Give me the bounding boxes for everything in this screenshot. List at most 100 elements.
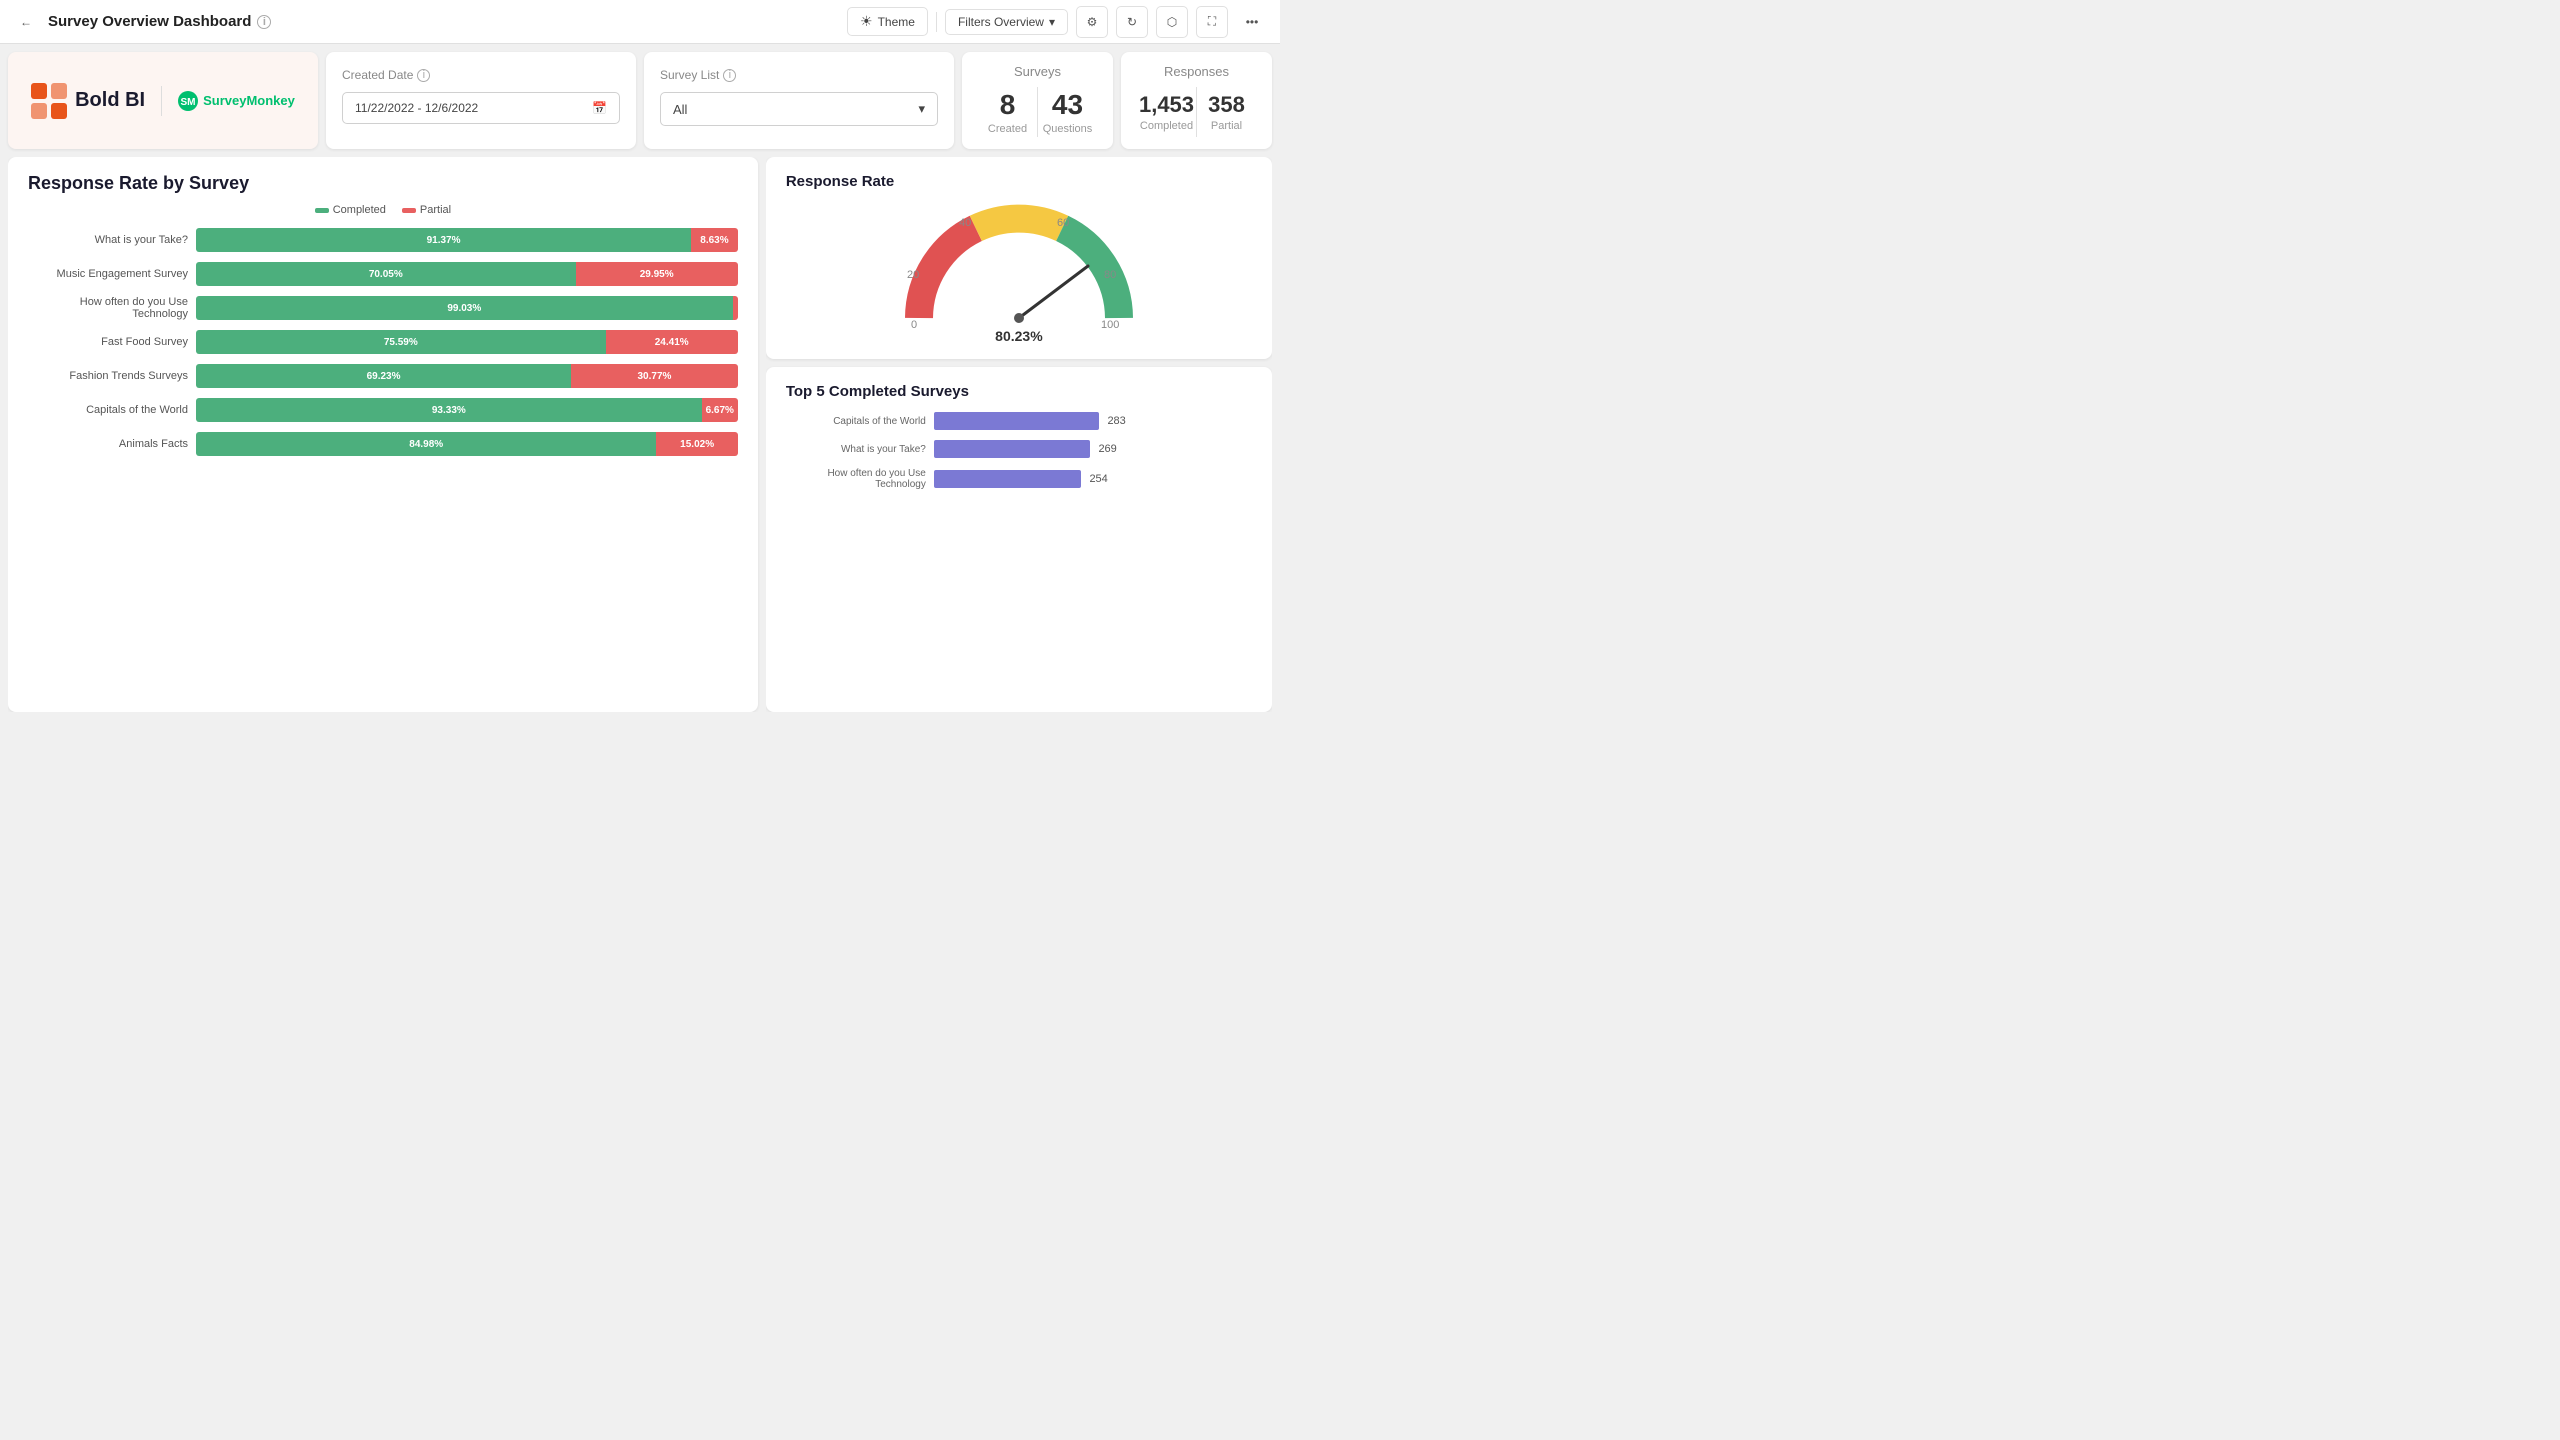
bar-completed: 75.59%	[196, 330, 606, 354]
surveys-created-stat: 8 Created	[978, 89, 1037, 135]
theme-button[interactable]: ☀ Theme	[847, 7, 928, 36]
surveys-title: Surveys	[978, 64, 1097, 79]
bar-chart-row: Music Engagement Survey70.05%29.95%	[28, 262, 738, 286]
bar-partial: 6.67%	[702, 398, 738, 422]
svg-text:SM: SM	[181, 97, 196, 108]
responses-partial-number: 358	[1197, 92, 1256, 118]
bar-container: 84.98%15.02%	[196, 432, 738, 456]
surveymonkey-logo: SM SurveyMonkey	[178, 91, 295, 111]
refresh-icon: ↻	[1127, 15, 1137, 29]
theme-label: Theme	[878, 15, 915, 29]
svg-text:20: 20	[907, 269, 919, 281]
bar-partial: 8.63%	[691, 228, 738, 252]
more-icon: •••	[1246, 15, 1259, 29]
bar-completed: 99.03%	[196, 296, 733, 320]
filter-settings-button[interactable]: ⚙	[1076, 6, 1108, 38]
surveys-stats-card: Surveys 8 Created 43 Questions	[962, 52, 1113, 149]
gauge-card: Response Rate 0 20	[766, 157, 1272, 359]
surveys-questions-number: 43	[1038, 89, 1097, 121]
separator	[936, 12, 937, 32]
logo-card: Bold BI SM SurveyMonkey	[8, 52, 318, 149]
top5-bar-value: 254	[1089, 473, 1107, 485]
filters-button[interactable]: Filters Overview ▾	[945, 9, 1068, 35]
legend-completed-label: Completed	[333, 204, 386, 216]
survey-list-select[interactable]: All ▾	[660, 92, 938, 126]
svg-text:100: 100	[1101, 319, 1119, 331]
filter-icon: ⚙	[1087, 15, 1098, 29]
bar-completed: 84.98%	[196, 432, 656, 456]
legend-completed: Completed	[315, 204, 386, 216]
surveys-created-label: Created	[978, 123, 1037, 135]
bar-completed: 93.33%	[196, 398, 702, 422]
date-label: Created Date i	[342, 68, 620, 82]
responses-completed-number: 1,453	[1137, 92, 1196, 118]
top5-bar-fill	[934, 412, 1100, 430]
bar-chart-row: Fashion Trends Surveys69.23%30.77%	[28, 364, 738, 388]
bar-container: 91.37%8.63%	[196, 228, 738, 252]
bar-label: Animals Facts	[28, 438, 188, 450]
share-icon: ⬡	[1167, 15, 1177, 29]
chevron-down-icon: ▾	[1049, 15, 1055, 29]
share-button[interactable]: ⬡	[1156, 6, 1188, 38]
surveys-created-number: 8	[978, 89, 1037, 121]
top5-bar-label: Capitals of the World	[786, 416, 926, 427]
bar-container: 99.03%	[196, 296, 738, 320]
bar-container: 93.33%6.67%	[196, 398, 738, 422]
logo-divider	[161, 86, 162, 116]
bar-partial: 29.95%	[576, 262, 738, 286]
calendar-icon: 📅	[592, 101, 607, 115]
boldbi-logo: Bold BI	[31, 83, 145, 119]
bar-container: 69.23%30.77%	[196, 364, 738, 388]
top5-bar-row: Capitals of the World 283	[786, 412, 1252, 430]
responses-card: Responses 1,453 Completed 358 Partial	[1121, 52, 1272, 149]
expand-button[interactable]: ⛶	[1196, 6, 1228, 38]
bar-chart-row: How often do you Use Technology 99.03%	[28, 296, 738, 320]
survey-list-value: All	[673, 102, 687, 117]
legend-completed-dot	[315, 208, 329, 213]
gauge-container: 0 20 40 60 80 100	[899, 198, 1139, 343]
back-button[interactable]: ←	[12, 8, 40, 36]
bar-label: Music Engagement Survey	[28, 268, 188, 280]
bar-container: 75.59%24.41%	[196, 330, 738, 354]
responses-title: Responses	[1137, 64, 1256, 79]
back-icon: ←	[20, 15, 32, 29]
bar-chart-row: Fast Food Survey 75.59%24.41%	[28, 330, 738, 354]
top5-bar-value: 283	[1107, 415, 1125, 427]
header: ← Survey Overview Dashboard i ☀ Theme Fi…	[0, 0, 1280, 44]
date-card: Created Date i 11/22/2022 - 12/6/2022 📅	[326, 52, 636, 149]
more-button[interactable]: •••	[1236, 6, 1268, 38]
bar-chart-row: Animals Facts 84.98%15.02%	[28, 432, 738, 456]
top5-bar-value: 269	[1098, 443, 1116, 455]
date-info-icon: i	[417, 69, 430, 82]
gauge-svg: 0 20 40 60 80 100	[899, 198, 1139, 343]
date-input[interactable]: 11/22/2022 - 12/6/2022 📅	[342, 92, 620, 124]
sun-icon: ☀	[860, 13, 873, 30]
filters-label: Filters Overview	[958, 15, 1044, 29]
expand-icon: ⛶	[1208, 14, 1216, 29]
bar-partial: 15.02%	[656, 432, 737, 456]
bar-partial: 24.41%	[606, 330, 738, 354]
bar-label: How often do you Use Technology	[28, 296, 188, 320]
surveys-questions-label: Questions	[1038, 123, 1097, 135]
top5-bar-label: What is your Take?	[786, 444, 926, 455]
gauge-title: Response Rate	[786, 173, 1252, 190]
top5-bar-row: What is your Take? 269	[786, 440, 1252, 458]
svg-text:40: 40	[959, 217, 971, 229]
responses-partial-stat: 358 Partial	[1197, 92, 1256, 132]
surveys-questions-stat: 43 Questions	[1038, 89, 1097, 135]
survey-list-card: Survey List i All ▾	[644, 52, 954, 149]
responses-completed-stat: 1,453 Completed	[1137, 92, 1196, 132]
bar-partial	[733, 296, 738, 320]
bar-label: Fast Food Survey	[28, 336, 188, 348]
refresh-button[interactable]: ↻	[1116, 6, 1148, 38]
responses-partial-label: Partial	[1197, 120, 1256, 132]
svg-text:0: 0	[911, 319, 917, 331]
header-actions: ☀ Theme Filters Overview ▾ ⚙ ↻ ⬡ ⛶ •••	[847, 6, 1268, 38]
legend-partial-label: Partial	[420, 204, 451, 216]
boldbi-text: Bold BI	[75, 89, 145, 112]
bar-chart: What is your Take?91.37%8.63%Music Engag…	[28, 228, 738, 456]
legend-partial-dot	[402, 208, 416, 213]
surveymonkey-icon: SM	[178, 91, 198, 111]
top5-bar-label: How often do you Use Technology	[786, 468, 926, 490]
bar-completed: 91.37%	[196, 228, 691, 252]
